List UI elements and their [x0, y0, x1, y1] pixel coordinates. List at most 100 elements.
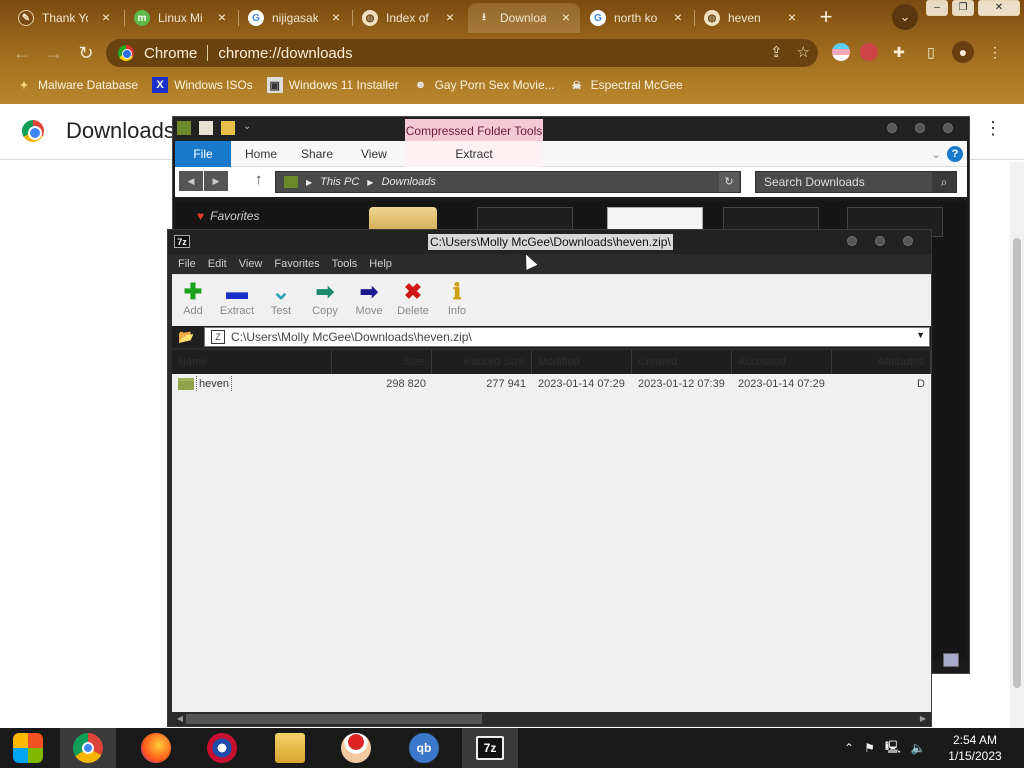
close-icon[interactable]	[943, 123, 953, 133]
column-header-attributes[interactable]: Attributes	[832, 350, 931, 374]
close-tab-icon[interactable]: ×	[442, 9, 458, 25]
taskbar-start-button[interactable]	[0, 728, 56, 768]
up-arrow-icon[interactable]: ↑	[255, 171, 263, 188]
forward-icon[interactable]: ▶	[204, 171, 228, 191]
explorer-path-bar[interactable]: ▶ This PC ▶ Downloads	[275, 171, 741, 193]
add-button[interactable]: ✚ Add	[172, 279, 214, 323]
taskbar-clock[interactable]: 2:54 AM 1/15/2023	[940, 732, 1010, 764]
menu-kebab-icon[interactable]: ⋮	[984, 41, 1006, 63]
side-panel-icon[interactable]: ▯	[920, 41, 942, 63]
bookmark-star-icon[interactable]: ☆	[797, 43, 810, 61]
ribbon-home-tab[interactable]: Home	[245, 141, 277, 167]
close-tab-icon[interactable]: ×	[670, 9, 686, 25]
page-scrollbar[interactable]	[1010, 162, 1024, 728]
ribbon-expand-icon[interactable]: ⌄	[931, 141, 941, 167]
favorites-nav-item[interactable]: ♥ Favorites	[197, 209, 259, 223]
bookmark-windows-isos[interactable]: X Windows ISOs	[152, 77, 253, 93]
column-header-created[interactable]: Created	[632, 350, 732, 374]
taskbar-santa-app[interactable]	[328, 728, 384, 768]
forward-icon[interactable]: →	[42, 41, 66, 65]
breadcrumb-downloads[interactable]: Downloads	[381, 176, 435, 188]
tab-linux-mint[interactable]: m Linux Mi ×	[126, 3, 236, 33]
minimize-icon[interactable]	[847, 236, 857, 246]
column-header-accessed[interactable]: Accessed	[732, 350, 832, 374]
taskbar-qbittorrent[interactable]: qb	[396, 728, 452, 768]
extract-button[interactable]: ▬ Extract	[216, 279, 258, 323]
profile-extension-icon[interactable]	[860, 43, 878, 61]
close-tab-icon[interactable]: ×	[558, 9, 574, 25]
extension-flag-icon[interactable]	[832, 43, 850, 61]
scroll-left-icon[interactable]: ◀	[174, 713, 186, 725]
sevenzip-address-field[interactable]: Z C:\Users\Molly McGee\Downloads\heven.z…	[204, 327, 930, 347]
tab-search-icon[interactable]: ⌄	[892, 4, 918, 30]
dropdown-arrow-icon[interactable]: ▼	[916, 330, 925, 340]
menu-file[interactable]: File	[172, 256, 202, 274]
column-header-size[interactable]: Size	[332, 350, 432, 374]
ribbon-share-tab[interactable]: Share	[301, 141, 333, 167]
profile-avatar-icon[interactable]: ●	[952, 41, 974, 63]
properties-icon[interactable]	[199, 121, 213, 135]
table-row[interactable]: heven 298 820 277 941 2023-01-14 07:29 2…	[172, 376, 931, 392]
back-icon[interactable]: ◀	[179, 171, 203, 191]
menu-view[interactable]: View	[233, 256, 269, 274]
bookmark-windows-11-installer[interactable]: ▣ Windows 11 Installer	[266, 77, 399, 93]
tab-downloads[interactable]: ⭳ Downloa ×	[468, 3, 580, 33]
delete-button[interactable]: ✖ Delete	[392, 279, 434, 323]
minimize-icon[interactable]	[887, 123, 897, 133]
folder-up-icon[interactable]: 📂	[178, 329, 194, 345]
new-tab-button[interactable]: +	[812, 4, 840, 32]
site-chip[interactable]: Chrome	[118, 45, 197, 62]
network-icon[interactable]: 🖳	[885, 738, 901, 759]
more-options-icon[interactable]: ⋮	[984, 118, 1002, 139]
scroll-right-icon[interactable]: ▶	[917, 713, 929, 725]
breadcrumb-this-pc[interactable]: This PC	[320, 176, 359, 188]
maximize-icon[interactable]	[915, 123, 925, 133]
bookmark-movie[interactable]: ☻ Gay Porn Sex Movie...	[413, 77, 555, 93]
menu-help[interactable]: Help	[363, 256, 398, 274]
refresh-icon[interactable]: ↻	[719, 172, 739, 192]
tab-thank-you[interactable]: ✎ Thank Yo ×	[10, 3, 120, 33]
close-tab-icon[interactable]: ×	[98, 9, 114, 25]
column-header-packed-size[interactable]: Packed Size	[432, 350, 532, 374]
menu-favorites[interactable]: Favorites	[268, 256, 325, 274]
ribbon-view-tab[interactable]: View	[361, 141, 387, 167]
bookmark-espectral-mcgee[interactable]: ☠ Espectral McGee	[569, 77, 683, 93]
maximize-icon[interactable]: ❐	[952, 0, 974, 16]
share-icon[interactable]: ⇪	[770, 43, 783, 61]
extensions-puzzle-icon[interactable]: ✚	[888, 41, 910, 63]
taskbar-chrome[interactable]	[60, 728, 116, 768]
scroll-thumb[interactable]	[186, 714, 482, 724]
menu-edit[interactable]: Edit	[202, 256, 233, 274]
close-tab-icon[interactable]: ×	[328, 9, 344, 25]
minimize-icon[interactable]: –	[926, 0, 948, 16]
bookmark-malware-database[interactable]: ✦ Malware Database	[16, 77, 138, 93]
customize-quick-access-icon[interactable]: ⌄	[243, 121, 257, 135]
flag-icon[interactable]: ⚑	[864, 741, 875, 755]
tab-north-korea[interactable]: G north ko ×	[582, 3, 692, 33]
help-icon[interactable]: ?	[947, 146, 963, 162]
close-tab-icon[interactable]: ×	[214, 9, 230, 25]
url-text[interactable]: chrome://downloads	[218, 45, 352, 62]
ribbon-file-tab[interactable]: File	[175, 141, 231, 167]
close-icon[interactable]	[903, 236, 913, 246]
column-header-modified[interactable]: Modified	[532, 350, 632, 374]
tab-heven[interactable]: ◍ heven ×	[696, 3, 806, 33]
test-button[interactable]: ⌄ Test	[260, 279, 302, 323]
volume-icon[interactable]: 🔈	[911, 741, 926, 755]
large-icons-view-icon[interactable]	[943, 653, 959, 667]
move-button[interactable]: ➡ Move	[348, 279, 390, 323]
taskbar-7zip[interactable]: 7z	[462, 728, 518, 768]
address-bar[interactable]: Chrome chrome://downloads ⇪ ☆	[106, 39, 818, 67]
copy-button[interactable]: ➡ Copy	[304, 279, 346, 323]
tab-nijigasaki[interactable]: G nijigasak ×	[240, 3, 350, 33]
tab-index-of[interactable]: ◍ Index of ×	[354, 3, 464, 33]
compressed-folder-tools-tab[interactable]: Compressed Folder Tools	[405, 119, 543, 143]
taskbar-file-explorer[interactable]	[262, 728, 318, 768]
menu-tools[interactable]: Tools	[326, 256, 364, 274]
explorer-search-box[interactable]: Search Downloads ⌕	[755, 171, 957, 193]
horizontal-scrollbar[interactable]: ◀ ▶	[172, 712, 931, 726]
maximize-icon[interactable]	[875, 236, 885, 246]
info-button[interactable]: ℹ Info	[436, 279, 478, 323]
back-icon[interactable]: ←	[10, 41, 34, 65]
taskbar-firefox[interactable]	[128, 728, 184, 768]
